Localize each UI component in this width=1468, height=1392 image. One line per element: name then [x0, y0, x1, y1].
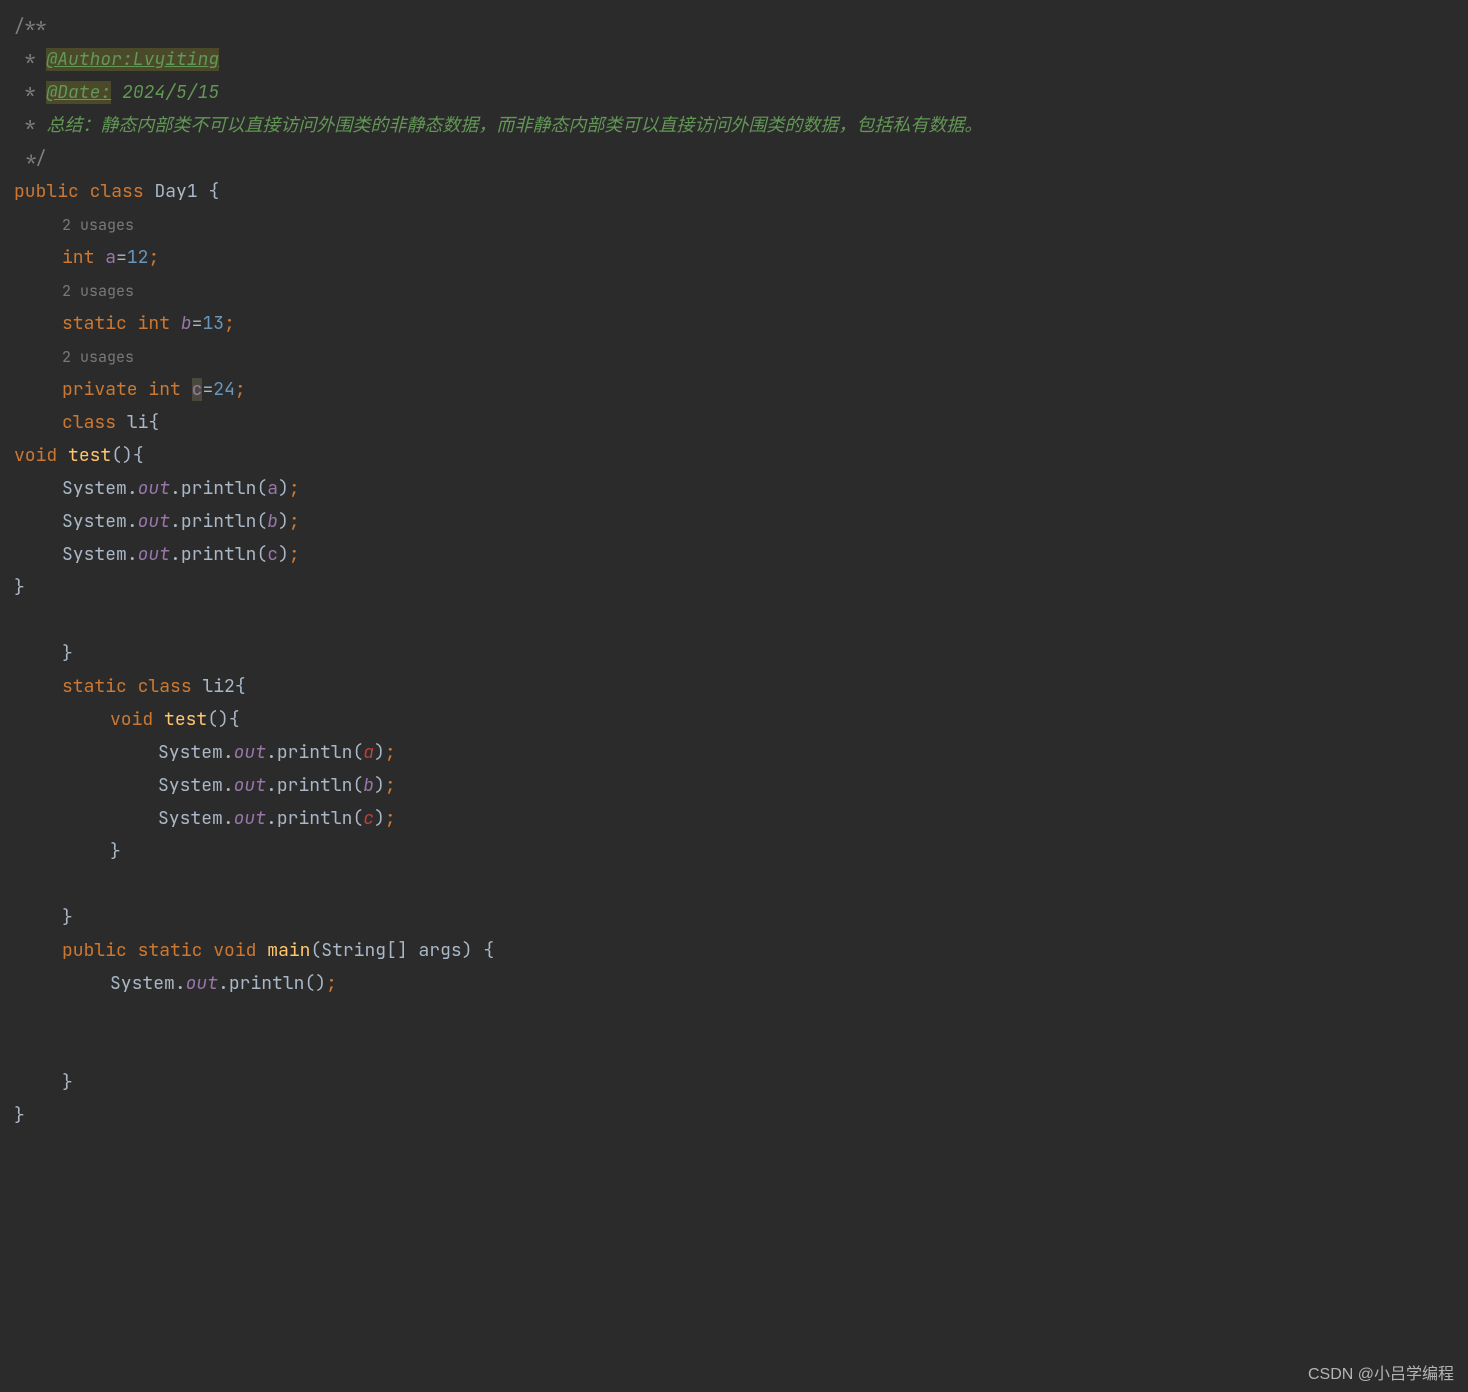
- main-close: }: [0, 1066, 1468, 1099]
- inner-class-li2: static class li2{: [0, 670, 1468, 703]
- doc-date: * @Date: 2024/5/15: [0, 76, 1468, 109]
- main-method-decl: public static void main(String[] args) {: [0, 934, 1468, 967]
- inner-li2-close: }: [0, 901, 1468, 934]
- watermark-text: CSDN @小吕学编程: [1308, 1360, 1454, 1384]
- field-b: static int b=13;: [0, 307, 1468, 340]
- usage-hint-c[interactable]: 2 usages: [0, 340, 1468, 373]
- doc-summary: * 总结：静态内部类不可以直接访问外围类的非静态数据，而非静态内部类可以直接访问…: [0, 109, 1468, 142]
- usage-hint-b[interactable]: 2 usages: [0, 274, 1468, 307]
- field-a: int a=12;: [0, 241, 1468, 274]
- doc-open: /**: [0, 10, 1468, 43]
- method-test-close: }: [0, 571, 1468, 604]
- method-test2-close: }: [0, 835, 1468, 868]
- inner-li-close: }: [0, 637, 1468, 670]
- println-a-err: System.out.println(a);: [0, 736, 1468, 769]
- inner-class-li: class li{: [0, 406, 1468, 439]
- usage-hint-a[interactable]: 2 usages: [0, 208, 1468, 241]
- code-editor[interactable]: /** * @Author:Lvyiting * @Date: 2024/5/1…: [0, 0, 1468, 1142]
- println-c-err: System.out.println(c);: [0, 802, 1468, 835]
- field-c: private int c=24;: [0, 373, 1468, 406]
- blank-line-2: [0, 868, 1468, 901]
- blank-line-3: [0, 1000, 1468, 1033]
- blank-line-4: [0, 1033, 1468, 1066]
- println-a: System.out.println(a);: [0, 472, 1468, 505]
- println-b2: System.out.println(b);: [0, 769, 1468, 802]
- doc-author: * @Author:Lvyiting: [0, 43, 1468, 76]
- println-b: System.out.println(b);: [0, 505, 1468, 538]
- blank-line: [0, 604, 1468, 637]
- method-test-decl: void test(){: [0, 439, 1468, 472]
- doc-close: */: [0, 142, 1468, 175]
- class-declaration: public class Day1 {: [0, 175, 1468, 208]
- println-c: System.out.println(c);: [0, 538, 1468, 571]
- method-test2-decl: void test(){: [0, 703, 1468, 736]
- class-close: }: [0, 1099, 1468, 1132]
- println-empty: System.out.println();: [0, 967, 1468, 1000]
